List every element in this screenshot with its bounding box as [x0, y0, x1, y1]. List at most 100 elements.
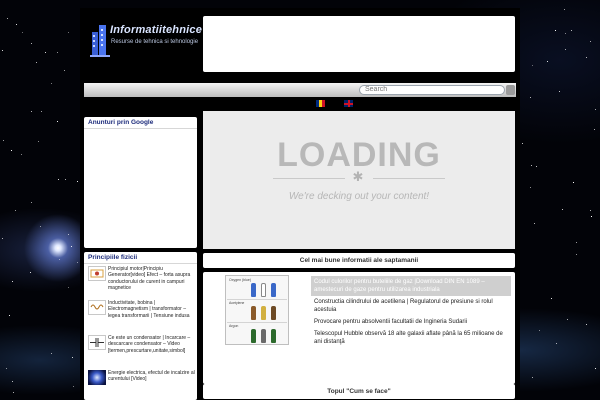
star	[51, 83, 52, 84]
star	[22, 32, 23, 33]
star	[555, 30, 556, 31]
motor-diagram-thumbnail	[88, 266, 106, 281]
featured-item[interactable]: Telescopul Hubble observă 18 alte galaxi…	[311, 328, 511, 348]
star	[594, 129, 595, 130]
gear-icon: ✱	[352, 169, 364, 184]
sidebar-post-link[interactable]: Principiul motor|Principiu Generator[vid…	[108, 266, 196, 292]
english-flag-icon[interactable]	[344, 100, 353, 107]
star	[565, 49, 566, 50]
star	[65, 179, 66, 180]
capacitor-diagram-thumbnail	[88, 335, 106, 350]
site-logo[interactable]: Informatiitehnice Resurse de tehnica si …	[84, 16, 202, 66]
energy-photo-thumbnail	[88, 370, 106, 385]
featured-item-active[interactable]: Codul culorilor pentru buteliile de gaz …	[311, 276, 511, 296]
sidebar-post[interactable]: Inductivitate, bobina | Electromagnetism…	[88, 300, 194, 330]
star	[58, 179, 59, 180]
logo-subtitle: Resurse de tehnica si tehnologie	[111, 39, 199, 45]
star	[2, 238, 3, 239]
star	[12, 281, 13, 282]
star	[536, 166, 537, 167]
star	[562, 209, 563, 210]
header-ad-banner[interactable]	[203, 16, 515, 72]
star	[573, 182, 574, 183]
star	[532, 65, 533, 66]
star	[11, 150, 12, 151]
star	[68, 287, 69, 288]
featured-item[interactable]: Constructia cilindrului de acetilena | R…	[311, 296, 511, 316]
search-button[interactable]	[506, 85, 515, 95]
featured-list: Codul culorilor pentru buteliile de gaz …	[311, 276, 511, 348]
loading-subtitle: We're decking out your content!	[288, 191, 430, 202]
image-row: Acetylene	[227, 300, 287, 323]
romanian-flag-icon[interactable]	[316, 100, 325, 107]
star	[576, 242, 577, 243]
star	[16, 24, 17, 25]
image-row-label: Acetylene	[229, 301, 245, 305]
divider-left	[273, 178, 345, 179]
sidebar-post[interactable]: Principiul motor|Principiu Generator[vid…	[88, 266, 194, 296]
featured-content: Oxygen (blue) Acetylene Argon Codul culo…	[203, 272, 515, 384]
page-container: Informatiitehnice Resurse de tehnica si …	[80, 8, 520, 400]
star	[77, 262, 78, 263]
bottle-icon	[251, 329, 256, 343]
bottle-icon	[261, 329, 266, 343]
star	[12, 381, 13, 382]
bottle-icon	[261, 283, 266, 297]
star	[556, 343, 557, 344]
bottle-icon	[251, 283, 256, 297]
star	[3, 140, 4, 141]
sidebar-physics-title: Principiile fizicii	[84, 252, 197, 264]
star	[564, 9, 565, 10]
star	[571, 30, 572, 31]
star	[2, 50, 3, 51]
star	[31, 43, 32, 44]
image-row: Oxygen (blue)	[227, 277, 287, 300]
star	[522, 143, 523, 144]
star	[532, 377, 533, 378]
star	[9, 315, 10, 316]
image-row-label: Oxygen (blue)	[229, 278, 251, 282]
star	[64, 70, 65, 71]
search-input[interactable]	[359, 85, 505, 95]
sidebar-ads-title: Anunturi prin Google	[84, 117, 197, 129]
star	[31, 202, 32, 203]
star	[565, 33, 566, 34]
star	[36, 62, 37, 63]
star	[45, 52, 46, 53]
bottle-icon	[271, 283, 276, 297]
bottle-icon	[251, 306, 256, 320]
star	[13, 392, 14, 393]
star	[530, 187, 531, 188]
howto-section-header: Topul "Cum se face"	[203, 384, 515, 399]
star	[38, 141, 39, 142]
sidebar-post-link[interactable]: Ce este un condensator | Incarcare – des…	[108, 335, 196, 354]
star	[547, 61, 548, 62]
featured-item[interactable]: Provocare pentru absolventii facultatii …	[311, 316, 511, 328]
bottle-icon	[271, 329, 276, 343]
star	[6, 368, 7, 369]
star	[530, 97, 531, 98]
star	[539, 330, 540, 331]
sidebar-post-link[interactable]: Inductivitate, bobina | Electromagnetism…	[108, 300, 196, 319]
star	[591, 216, 592, 217]
star	[59, 259, 60, 260]
sidebar-post[interactable]: Energie electrica, efectul de incalzire …	[88, 370, 196, 398]
gas-cylinder-chart-image[interactable]: Oxygen (blue) Acetylene Argon	[225, 275, 289, 345]
sidebar-ads-widget: Anunturi prin Google	[84, 117, 197, 248]
star	[71, 246, 72, 247]
image-row-label: Argon	[229, 324, 239, 328]
star	[590, 210, 591, 211]
star	[57, 52, 58, 53]
sidebar-post-link[interactable]: Energie electrica, efectul de incalzire …	[108, 370, 196, 383]
star	[31, 111, 32, 112]
star	[72, 357, 73, 358]
star	[595, 109, 596, 110]
star	[590, 41, 591, 42]
star	[68, 234, 69, 235]
image-row: Argon	[227, 323, 287, 345]
star	[534, 223, 535, 224]
star	[41, 111, 42, 112]
bottle-icon	[261, 306, 266, 320]
sidebar-post[interactable]: Ce este un condensator | Incarcare – des…	[88, 335, 194, 365]
star	[15, 210, 16, 211]
